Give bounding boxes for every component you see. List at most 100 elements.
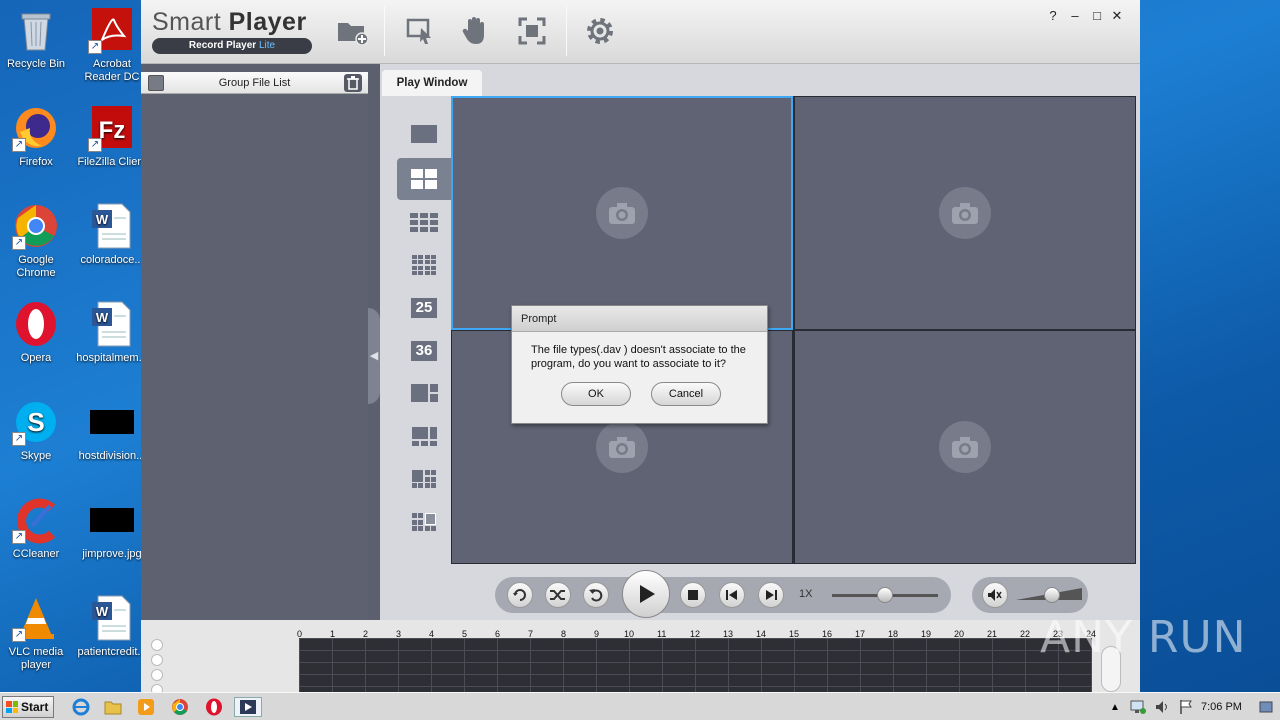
- tray-action-center[interactable]: [1175, 697, 1197, 717]
- desktop-icon-filezilla[interactable]: Fz ↗ FileZilla Client: [76, 104, 148, 169]
- close-button[interactable]: ✕: [1108, 8, 1126, 24]
- desktop-icon-acrobat[interactable]: ↗ Acrobat Reader DC: [76, 6, 148, 84]
- previous-frame-button[interactable]: [719, 582, 745, 608]
- folder-icon: [104, 701, 122, 715]
- desktop-icon-label: hostdivision...: [78, 450, 146, 462]
- taskbar-smart-player[interactable]: [234, 697, 262, 717]
- folder-add-icon: [338, 23, 368, 45]
- open-folder-button[interactable]: [335, 14, 369, 48]
- layout-25-button[interactable]: 25: [397, 287, 451, 329]
- layout-custom-1-button[interactable]: [397, 372, 451, 414]
- video-cell-4[interactable]: [795, 331, 1135, 563]
- maximize-button[interactable]: □: [1088, 8, 1106, 24]
- volume-slider-knob[interactable]: [1044, 587, 1061, 603]
- show-hidden-icons-button[interactable]: ▲: [1108, 697, 1122, 717]
- desktop-icon-recycle-bin[interactable]: Recycle Bin: [0, 6, 72, 71]
- taskbar-explorer[interactable]: [102, 697, 124, 717]
- layout-9-button[interactable]: [397, 201, 451, 243]
- video-cell-1[interactable]: [451, 96, 793, 330]
- desktop-icon-label: VLC media player: [8, 646, 64, 671]
- speed-slider-knob[interactable]: [877, 587, 893, 603]
- word-document-icon: W: [88, 202, 136, 250]
- layout-1-icon: [411, 125, 437, 143]
- desktop-icon-black-file-1[interactable]: hostdivision...: [76, 398, 148, 463]
- select-all-checkbox[interactable]: [148, 75, 164, 91]
- mute-button[interactable]: [982, 582, 1008, 608]
- layout-custom-4-button[interactable]: [397, 501, 451, 543]
- shortcut-arrow-icon: ↗: [88, 138, 102, 152]
- minimize-button[interactable]: –: [1066, 8, 1084, 24]
- firefox-icon: ↗: [12, 104, 60, 152]
- chrome-icon: [172, 699, 188, 715]
- delete-button[interactable]: [344, 74, 362, 92]
- timeline-panel: 0 1 2 3 4 5 6 7 8 9 10 11 12 13 14 15 16 17 18 19 20 21 22 23 24: [141, 620, 1140, 696]
- taskbar-ie[interactable]: [70, 697, 92, 717]
- video-cell-2[interactable]: [795, 97, 1135, 329]
- black-thumbnail-icon: [88, 496, 136, 544]
- desktop-icon-word-doc-2[interactable]: W hospitalmem...: [76, 300, 148, 365]
- desktop-icon-skype[interactable]: S ↗ Skype: [0, 398, 72, 463]
- timeline-track[interactable]: [299, 638, 1092, 692]
- app-toolbar: Smart Player Record Player Lite ? – □ ✕: [141, 0, 1140, 64]
- channel-radio-1[interactable]: [151, 639, 163, 651]
- ok-button[interactable]: OK: [561, 382, 631, 406]
- help-button[interactable]: ?: [1044, 8, 1062, 24]
- desktop-icon-jpg[interactable]: jimprove.jpg: [76, 496, 148, 561]
- desktop-icon-vlc[interactable]: ↗ VLC media player: [0, 594, 72, 672]
- layout-custom-2-button[interactable]: [397, 415, 451, 457]
- select-region-button[interactable]: [403, 14, 437, 48]
- camera-icon: [939, 187, 991, 239]
- cancel-button[interactable]: Cancel: [651, 382, 721, 406]
- fullscreen-icon: [518, 17, 546, 45]
- desktop-icon-ccleaner[interactable]: ↗ CCleaner: [0, 496, 72, 561]
- stop-button[interactable]: [680, 582, 706, 608]
- layout-4-button[interactable]: [397, 158, 451, 200]
- play-button[interactable]: [622, 570, 670, 618]
- taskbar-chrome[interactable]: [169, 697, 191, 717]
- group-file-list-panel: Group File List: [141, 72, 368, 620]
- sync-play-button[interactable]: [507, 582, 533, 608]
- next-frame-button[interactable]: [758, 582, 784, 608]
- desktop-icon-chrome[interactable]: ↗ Google Chrome: [0, 202, 72, 280]
- desktop-icon-opera[interactable]: Opera: [0, 300, 72, 365]
- smart-player-icon: [240, 700, 256, 714]
- rewind-button[interactable]: [583, 582, 609, 608]
- tab-play-window[interactable]: Play Window: [382, 70, 482, 96]
- desktop-icon-word-doc-1[interactable]: W coloradoce...: [76, 202, 148, 267]
- fullscreen-button[interactable]: [515, 14, 549, 48]
- collapse-panel-handle[interactable]: ◀: [368, 308, 380, 404]
- tray-volume[interactable]: [1152, 697, 1174, 717]
- taskbar-opera[interactable]: [203, 697, 225, 717]
- hand-icon: [462, 17, 484, 44]
- desktop-icon-label: CCleaner: [12, 548, 60, 560]
- start-button[interactable]: Start: [2, 696, 54, 718]
- speaker-icon: [988, 589, 1002, 601]
- shuffle-button[interactable]: [545, 582, 571, 608]
- layout-1-button[interactable]: [397, 113, 451, 155]
- speed-slider[interactable]: [832, 587, 938, 603]
- opera-icon: [206, 698, 222, 716]
- start-label: Start: [21, 700, 49, 714]
- pan-hand-button[interactable]: [458, 14, 492, 48]
- desktop-icon-firefox[interactable]: ↗ Firefox: [0, 104, 72, 169]
- layout-36-button[interactable]: 36: [397, 330, 451, 372]
- shortcut-arrow-icon: ↗: [12, 432, 26, 446]
- svg-text:S: S: [27, 407, 44, 437]
- taskbar-media-player[interactable]: [135, 697, 157, 717]
- gear-icon: [587, 18, 613, 44]
- tray-network[interactable]: [1127, 697, 1149, 717]
- vlc-icon: ↗: [12, 594, 60, 642]
- settings-button[interactable]: [583, 14, 617, 48]
- layout-16-button[interactable]: [397, 244, 451, 286]
- desktop-icon-label: jimprove.jpg: [82, 548, 142, 560]
- desktop-icon-label: coloradoce...: [80, 254, 144, 266]
- channel-radio-2[interactable]: [151, 654, 163, 666]
- layout-custom-3-button[interactable]: [397, 458, 451, 500]
- svg-text:W: W: [96, 310, 109, 325]
- show-desktop-button[interactable]: [1258, 697, 1274, 717]
- channel-radio-3[interactable]: [151, 669, 163, 681]
- taskbar-clock[interactable]: 7:06 PM: [1201, 701, 1242, 713]
- desktop-icon-word-doc-3[interactable]: W patientcredit...: [76, 594, 148, 659]
- playback-controls: 1X: [495, 570, 951, 618]
- group-file-list-title: Group File List: [218, 77, 291, 89]
